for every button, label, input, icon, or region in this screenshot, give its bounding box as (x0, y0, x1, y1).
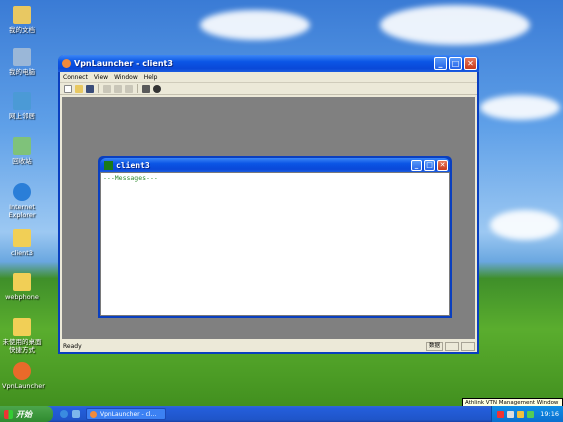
child-window-title: client3 (116, 160, 150, 170)
clock[interactable]: 19:16 (540, 410, 559, 418)
taskbar-button-label: VpnLauncher - cl... (100, 410, 157, 418)
desktop-icon-network[interactable]: 网上邻居 (2, 92, 42, 120)
messages-header: ---Messages--- (103, 174, 158, 182)
status-cell (461, 341, 475, 351)
print-icon[interactable] (142, 84, 150, 93)
terminal-icon (104, 160, 113, 170)
child-maximize-button[interactable]: □ (424, 159, 435, 171)
taskbar: 开始 VpnLauncher - cl... 19:16 (0, 406, 563, 422)
new-icon[interactable] (64, 84, 72, 93)
start-button[interactable]: 开始 (0, 406, 53, 422)
vpn-tray-icon[interactable] (497, 410, 505, 418)
menu-bar: Connect View Window Help (60, 72, 477, 83)
help-icon[interactable] (153, 84, 161, 93)
child-close-button[interactable]: ✕ (437, 159, 448, 171)
desktop-icon-vpnlauncher[interactable]: VpnLauncher (2, 362, 45, 390)
menu-help[interactable]: Help (144, 74, 158, 81)
folder-icon (13, 273, 31, 291)
windows-logo-icon (4, 409, 13, 419)
toolbar-separator (98, 84, 99, 93)
desktop-icon-client3[interactable]: client3 (2, 229, 42, 257)
main-window[interactable]: VpnLauncher - client3 _ □ ✕ Connect View… (58, 55, 479, 354)
network-tray-icon[interactable] (507, 410, 515, 418)
save-icon[interactable] (86, 84, 94, 93)
child-window-client3[interactable]: client3 _ □ ✕ ---Messages--- (98, 156, 452, 318)
cloud (380, 5, 530, 45)
status-cell (445, 341, 459, 351)
taskbar-button-vpnlauncher[interactable]: VpnLauncher - cl... (86, 408, 166, 420)
cloud (200, 10, 310, 40)
ie-icon (13, 183, 31, 201)
start-label: 开始 (16, 409, 32, 419)
folder-icon (13, 318, 31, 336)
status-cell: 数据 (425, 341, 443, 351)
desktop-icon-internet-explorer[interactable]: Internet Explorer (2, 183, 42, 219)
toolbar-separator (137, 84, 138, 93)
desktop-icon-my-documents[interactable]: 我的文档 (2, 6, 42, 34)
toolbar (60, 83, 477, 95)
minimize-button[interactable]: _ (434, 57, 447, 70)
ie-quicklaunch-icon[interactable] (60, 410, 68, 418)
network-icon (13, 92, 31, 110)
mdi-client-area: client3 _ □ ✕ ---Messages--- (62, 97, 475, 339)
menu-window[interactable]: Window (114, 74, 138, 81)
menu-view[interactable]: View (94, 74, 108, 81)
menu-connect[interactable]: Connect (63, 74, 88, 81)
app-icon (62, 59, 71, 68)
system-tray: 19:16 (491, 406, 563, 422)
child-window-titlebar[interactable]: client3 _ □ ✕ (100, 158, 450, 172)
app-icon (90, 410, 97, 418)
maximize-button[interactable]: □ (449, 57, 462, 70)
cloud (490, 210, 560, 240)
folder-icon (13, 6, 31, 24)
cut-icon[interactable] (103, 84, 111, 93)
copy-icon[interactable] (114, 84, 122, 93)
open-icon[interactable] (75, 84, 83, 93)
volume-tray-icon[interactable] (517, 410, 525, 418)
paste-icon[interactable] (125, 84, 133, 93)
desktop-icon-recycle-bin[interactable]: 回收站 (2, 137, 42, 165)
cloud (480, 95, 560, 120)
close-button[interactable]: ✕ (464, 57, 477, 70)
desktop-icon-webphone[interactable]: webphone (2, 273, 42, 301)
app-icon (13, 362, 31, 380)
desktop-icon-unused-shortcuts[interactable]: 未使用的桌面快捷方式 (2, 318, 42, 354)
messages-panel[interactable]: ---Messages--- (100, 172, 450, 316)
recycle-bin-icon (13, 137, 31, 155)
show-desktop-icon[interactable] (72, 410, 80, 418)
child-minimize-button[interactable]: _ (411, 159, 422, 171)
computer-icon (13, 48, 31, 66)
folder-icon (13, 229, 31, 247)
security-tray-icon[interactable] (527, 410, 535, 418)
status-bar: Ready 数据 (60, 340, 477, 352)
desktop-icon-my-computer[interactable]: 我的电脑 (2, 48, 42, 76)
main-window-title: VpnLauncher - client3 (74, 59, 173, 68)
main-window-titlebar[interactable]: VpnLauncher - client3 _ □ ✕ (58, 55, 479, 72)
status-text: Ready (63, 342, 82, 350)
